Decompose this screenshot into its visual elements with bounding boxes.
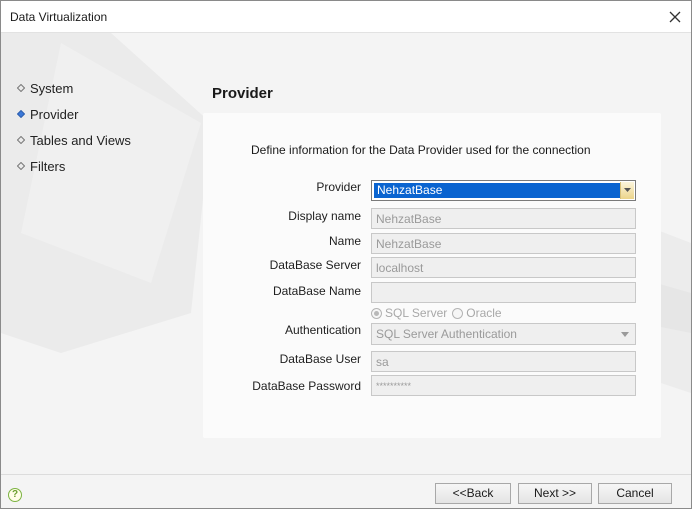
provider-dropdown-button[interactable] [620,182,634,199]
close-icon [669,11,681,23]
next-button[interactable]: Next >> [518,483,592,504]
database-password-label: DataBase Password [252,379,361,393]
nav-item-system[interactable]: System [17,75,131,101]
close-button[interactable] [665,7,685,27]
step-bullet-active-icon [17,110,25,118]
back-button[interactable]: <<Back [435,483,511,504]
window-title: Data Virtualization [10,10,108,24]
authentication-label: Authentication [284,323,361,337]
database-server-field[interactable]: localhost [371,257,636,278]
sql-server-radio-label: SQL Server [385,306,448,320]
nav-item-tables-and-views[interactable]: Tables and Views [17,127,131,153]
display-name-field[interactable]: NehzatBase [371,208,636,229]
nav-item-filters[interactable]: Filters [17,153,131,179]
oracle-radio-label: Oracle [466,306,502,320]
database-server-label: DataBase Server [269,258,361,272]
wizard-steps-nav: System Provider Tables and Views Filters [17,75,131,179]
cancel-button[interactable]: Cancel [598,483,672,504]
database-name-field[interactable] [371,282,636,303]
database-user-field[interactable]: sa [371,351,636,372]
title-bar[interactable]: Data Virtualization [1,1,691,33]
database-name-label: DataBase Name [272,284,361,298]
dialog-window: Data Virtualization System Provider Tabl… [0,0,692,509]
provider-combobox[interactable]: NehzatBase [371,180,636,201]
provider-label: Provider [316,180,361,194]
step-bullet-icon [17,136,25,144]
nav-label-tables-and-views: Tables and Views [30,132,131,148]
nav-label-system: System [30,80,74,96]
nav-label-filters: Filters [30,158,66,174]
name-label: Name [328,234,361,248]
footer-bar: ? <<Back Next >> Cancel [1,474,691,508]
chevron-down-icon [624,188,631,192]
step-bullet-icon [17,84,25,92]
chevron-down-icon [621,332,629,337]
oracle-radio[interactable] [452,307,464,319]
sql-server-radio[interactable] [371,307,382,319]
server-type-radio-group: SQL Server Oracle [371,306,502,320]
authentication-select[interactable]: SQL Server Authentication [371,323,636,345]
step-bullet-icon [17,162,25,170]
provider-selected-value: NehzatBase [374,183,622,198]
display-name-label: Display name [288,209,361,223]
help-icon[interactable]: ? [8,488,22,502]
database-user-label: DataBase User [279,352,361,366]
authentication-value: SQL Server Authentication [376,327,517,341]
page-title: Provider [212,85,273,102]
page-description: Define information for the Data Provider… [251,143,591,157]
nav-item-provider[interactable]: Provider [17,101,131,127]
name-field[interactable]: NehzatBase [371,233,636,254]
nav-label-provider: Provider [30,106,79,122]
database-password-field[interactable]: ********** [371,375,636,396]
